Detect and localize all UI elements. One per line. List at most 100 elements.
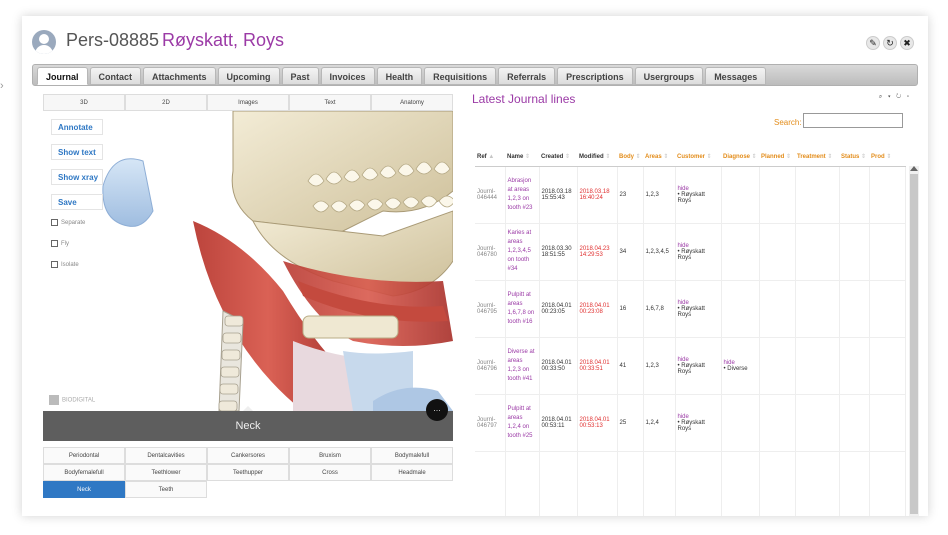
fly-checkbox[interactable]: Fly: [51, 240, 103, 247]
column-label: Prod: [871, 154, 885, 161]
tab-journal[interactable]: Journal: [37, 67, 88, 85]
column-header-planned[interactable]: Planned ⇕: [759, 148, 795, 167]
patient-id: Pers-08885: [66, 30, 160, 50]
tab-health[interactable]: Health: [376, 67, 423, 85]
region-headmale[interactable]: Headmale: [371, 464, 453, 481]
show-text-button[interactable]: Show text: [51, 144, 103, 160]
table-scrollbar[interactable]: [909, 166, 919, 516]
edit-icon[interactable]: ✎: [866, 36, 880, 50]
name-cell[interactable]: Karies at areas 1,2,3,4,5 on tooth #34: [505, 223, 540, 281]
column-header-body[interactable]: Body ⇕: [617, 148, 643, 167]
region-bodyfemalefull[interactable]: Bodyfemalefull: [43, 464, 125, 481]
sort-icon[interactable]: ⇕: [859, 154, 866, 160]
more-options-button[interactable]: …: [426, 399, 448, 421]
region-dentalcavities[interactable]: Dentalcavities: [125, 447, 207, 464]
viewer-tab-3d[interactable]: 3D: [43, 94, 125, 111]
name-cell[interactable]: Abrasjon at areas 1,2,3 on tooth #23: [505, 166, 540, 224]
status-cell: [839, 280, 870, 338]
sort-icon[interactable]: ⇕: [604, 154, 610, 160]
table-row[interactable]: Journl-046797 Pulpitt at areas 1,2,4 on t…: [475, 394, 906, 452]
table-row[interactable]: Journl-046796 Diverse at areas 1,2,3 on t…: [475, 337, 906, 395]
table-row[interactable]: Journl-046444 Abrasjon at areas 1,2,3 on …: [475, 166, 906, 224]
region-bodymalefull[interactable]: Bodymalefull: [371, 447, 453, 464]
created-cell: 2018.04.01 00:23:05: [539, 280, 578, 338]
close-icon[interactable]: ✖: [900, 36, 914, 50]
tab-requisitions[interactable]: Requisitions: [424, 67, 497, 85]
sort-icon[interactable]: ⇕: [523, 154, 530, 160]
side-collapse-handle[interactable]: ›: [0, 80, 14, 96]
region-cross[interactable]: Cross: [289, 464, 371, 481]
tab-messages[interactable]: Messages: [705, 67, 767, 85]
column-header-customer[interactable]: Customer ⇕: [675, 148, 721, 167]
sort-icon[interactable]: ▲: [487, 154, 494, 160]
scrollbar-thumb[interactable]: [910, 174, 918, 514]
checkbox-box[interactable]: [51, 261, 58, 268]
viewer-tab-images[interactable]: Images: [207, 94, 289, 111]
column-header-treatment[interactable]: Treatment ⇕: [795, 148, 839, 167]
annotate-button[interactable]: Annotate: [51, 119, 103, 135]
region-teethlower[interactable]: Teethlower: [125, 464, 207, 481]
sort-icon[interactable]: ⇕: [662, 154, 668, 160]
table-row[interactable]: Journl-046780 Karies at areas 1,2,3,4,5 o…: [475, 223, 906, 281]
region-bruxism[interactable]: Bruxism: [289, 447, 371, 464]
save-button[interactable]: Save: [51, 194, 103, 210]
region-cankersores[interactable]: Cankersores: [207, 447, 289, 464]
name-cell[interactable]: Rotrest: [505, 451, 540, 516]
column-header-modified[interactable]: Modified ⇕: [577, 148, 617, 167]
name-cell[interactable]: Pulpitt at areas 1,6,7,8 on tooth #16: [505, 280, 540, 338]
tab-usergroups[interactable]: Usergroups: [634, 67, 704, 85]
tab-referrals[interactable]: Referrals: [498, 67, 556, 85]
scroll-up-icon[interactable]: [910, 166, 918, 171]
ref-cell: Journl-046797: [475, 394, 506, 452]
status-cell: [839, 394, 870, 452]
checkbox-box[interactable]: [51, 219, 58, 226]
checkbox-box[interactable]: [51, 240, 58, 247]
sort-icon[interactable]: ⇕: [634, 154, 641, 160]
tab-invoices[interactable]: Invoices: [320, 67, 375, 85]
name-cell[interactable]: Pulpitt at areas 1,2,4 on tooth #25: [505, 394, 540, 452]
table-row[interactable]: Rotrest: [475, 451, 906, 516]
region-teethupper[interactable]: Teethupper: [207, 464, 289, 481]
viewer-tab-text[interactable]: Text: [289, 94, 371, 111]
separate-checkbox[interactable]: Separate: [51, 219, 103, 226]
column-header-status[interactable]: Status ⇕: [839, 148, 869, 167]
column-header-name[interactable]: Name ⇕: [505, 148, 539, 167]
viewer-tab-2d[interactable]: 2D: [125, 94, 207, 111]
tab-contact[interactable]: Contact: [89, 67, 142, 85]
sort-icon[interactable]: ⇕: [705, 154, 712, 160]
column-header-ref[interactable]: Ref ▲: [475, 148, 505, 167]
header-buttons: ✎ ↻ ✖: [866, 36, 914, 50]
tab-prescriptions[interactable]: Prescriptions: [557, 67, 633, 85]
show-xray-button[interactable]: Show xray: [51, 169, 103, 185]
ref-cell: Journl-046444: [475, 166, 506, 224]
journal-toolbar-icons[interactable]: ⌕ ▾ ↻ ▫: [879, 94, 911, 101]
customer-name: Røyskatt Roys: [678, 192, 705, 204]
column-header-prod[interactable]: Prod ⇕: [869, 148, 905, 167]
sort-icon[interactable]: ⇕: [784, 154, 791, 160]
tab-upcoming[interactable]: Upcoming: [217, 67, 280, 85]
sort-icon[interactable]: ⇕: [750, 154, 757, 160]
region-teeth[interactable]: Teeth: [125, 481, 207, 498]
sort-icon[interactable]: ⇕: [826, 154, 832, 160]
viewer-tab-anatomy[interactable]: Anatomy: [371, 94, 453, 111]
refresh-icon[interactable]: ↻: [883, 36, 897, 50]
isolate-checkbox[interactable]: Isolate: [51, 261, 103, 268]
anatomy-3d-scene[interactable]: Annotate Show text Show xray Save Separa…: [43, 111, 453, 446]
table-row[interactable]: Journl-046795 Pulpitt at areas 1,6,7,8 on…: [475, 280, 906, 338]
expand-up-icon[interactable]: [243, 406, 253, 411]
customer-name: Røyskatt Roys: [678, 249, 705, 261]
column-header-areas[interactable]: Areas ⇕: [643, 148, 675, 167]
region-neck[interactable]: Neck: [43, 481, 125, 498]
neck-anatomy-illustration: [102, 111, 453, 412]
column-header-diagnose[interactable]: Diagnose ⇕: [721, 148, 759, 167]
sort-icon[interactable]: ⇕: [885, 154, 891, 160]
tab-attachments[interactable]: Attachments: [143, 67, 216, 85]
tab-past[interactable]: Past: [281, 67, 319, 85]
search-input[interactable]: [803, 113, 903, 128]
created-cell: 2018.03.30 18:51:55: [539, 223, 578, 281]
region-periodontal[interactable]: Periodontal: [43, 447, 125, 464]
sort-icon[interactable]: ⇕: [563, 154, 570, 160]
treatment-cell: [795, 394, 840, 452]
column-header-created[interactable]: Created ⇕: [539, 148, 577, 167]
name-cell[interactable]: Diverse at areas 1,2,3 on tooth #41: [505, 337, 540, 395]
